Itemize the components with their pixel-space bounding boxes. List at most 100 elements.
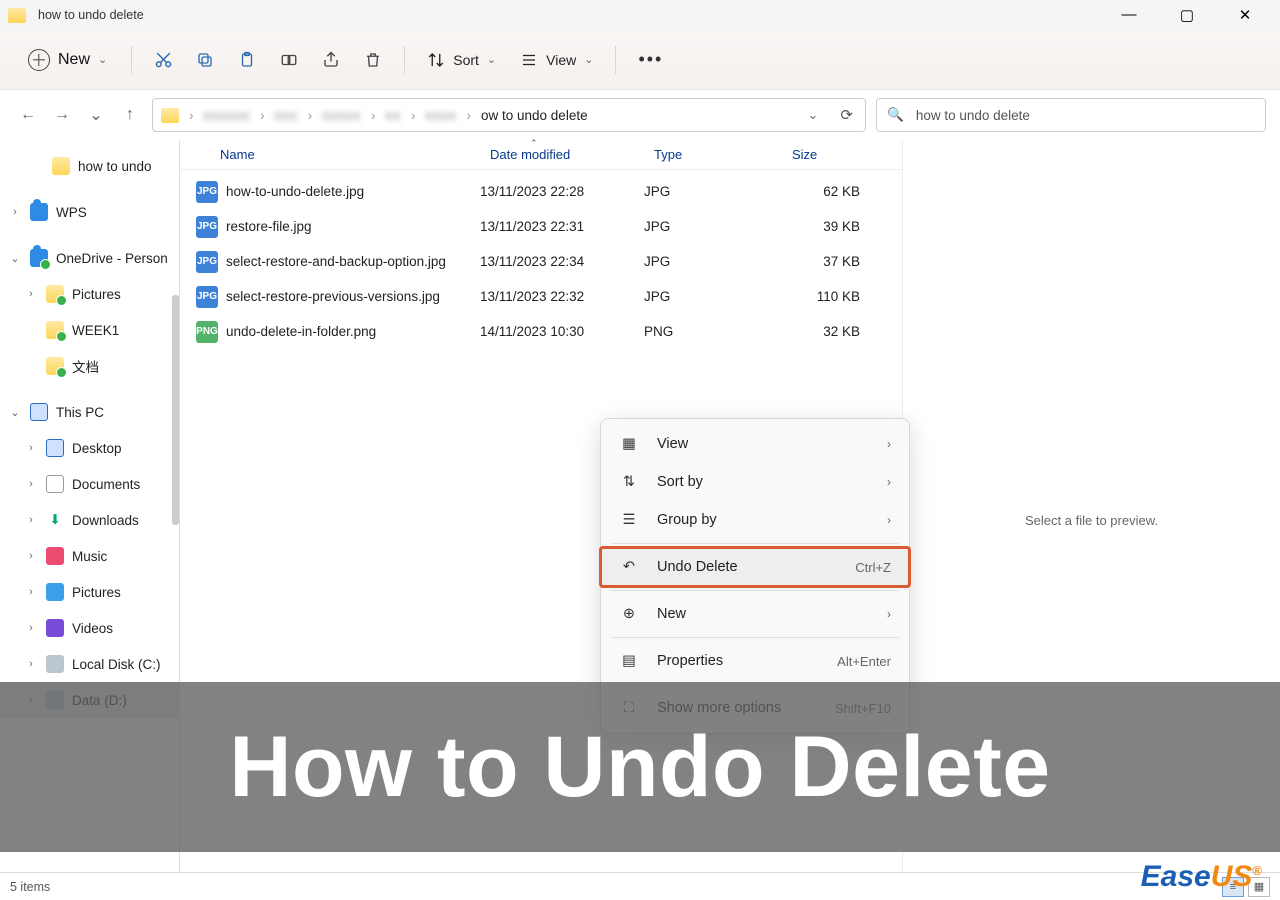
chevron-down-icon: ⌄ — [98, 53, 107, 66]
close-button[interactable]: ✕ — [1230, 6, 1260, 24]
col-size[interactable]: Size — [782, 147, 872, 162]
overlay-banner: How to Undo Delete — [0, 682, 1280, 852]
file-type: JPG — [644, 289, 782, 304]
onedrive-icon — [30, 249, 48, 267]
col-type[interactable]: Type — [644, 147, 782, 162]
status-bar: 5 items ≡ ▦ — [0, 872, 1280, 900]
ctx-groupby[interactable]: ☰Group by› — [601, 501, 909, 539]
rename-button[interactable] — [272, 43, 306, 77]
file-row[interactable]: JPGrestore-file.jpg13/11/2023 22:31JPG39… — [180, 209, 902, 244]
file-name: select-restore-and-backup-option.jpg — [226, 254, 480, 269]
file-row[interactable]: JPGhow-to-undo-delete.jpg13/11/2023 22:2… — [180, 174, 902, 209]
chevron-right-icon: › — [887, 475, 891, 489]
file-type: JPG — [644, 219, 782, 234]
file-name: how-to-undo-delete.jpg — [226, 184, 480, 199]
file-size: 62 KB — [782, 184, 872, 199]
music-icon — [46, 547, 64, 565]
sidebar-item-music[interactable]: ›Music — [0, 538, 179, 574]
sidebar-item-documents[interactable]: ›Documents — [0, 466, 179, 502]
new-label: New — [58, 51, 90, 69]
pc-icon — [30, 403, 48, 421]
breadcrumb-current: ow to undo delete — [481, 108, 588, 123]
jpg-icon: JPG — [196, 216, 218, 238]
sort-label: Sort — [453, 52, 479, 68]
share-button[interactable] — [314, 43, 348, 77]
sidebar-item-pictures-od[interactable]: ›Pictures — [0, 276, 179, 312]
plus-icon — [28, 49, 50, 71]
ctx-view[interactable]: ▦View› — [601, 425, 909, 463]
col-name[interactable]: Name — [180, 147, 480, 162]
forward-button[interactable]: → — [50, 103, 74, 127]
address-bar[interactable]: ›xxxxxx ›xxx ›xxxxx ›xx ›xxxx › ow to un… — [152, 98, 866, 132]
file-size: 39 KB — [782, 219, 872, 234]
new-button[interactable]: New ⌄ — [18, 43, 117, 77]
paste-button[interactable] — [230, 43, 264, 77]
ctx-properties[interactable]: ▤PropertiesAlt+Enter — [601, 642, 909, 680]
video-icon — [46, 619, 64, 637]
back-button[interactable]: ← — [16, 103, 40, 127]
chevron-right-icon: › — [887, 513, 891, 527]
file-row[interactable]: JPGselect-restore-and-backup-option.jpg1… — [180, 244, 902, 279]
sort-indicator-icon: ⌃ — [530, 138, 538, 149]
chevron-down-icon: ⌄ — [487, 53, 496, 66]
sort-icon: ⇅ — [619, 474, 639, 490]
ctx-sortby[interactable]: ⇅Sort by› — [601, 463, 909, 501]
cut-button[interactable] — [146, 43, 180, 77]
titlebar: how to undo delete — ▢ ✕ — [0, 0, 1280, 30]
status-text: 5 items — [10, 880, 50, 894]
col-modified[interactable]: Date modified — [480, 147, 644, 162]
file-modified: 13/11/2023 22:31 — [480, 219, 644, 234]
folder-icon — [8, 8, 26, 23]
ctx-new[interactable]: ⊕New› — [601, 595, 909, 633]
file-row[interactable]: JPG select-restore-previous-versions.jpg 1… — [180, 279, 902, 314]
sort-button[interactable]: Sort ⌄ — [419, 47, 504, 73]
file-name: select-restore-previous-versions.jpg — [226, 289, 480, 304]
nav-row: ← → ⌄ ↑ ›xxxxxx ›xxx ›xxxxx ›xx ›xxxx › … — [0, 90, 1280, 140]
sidebar-item-desktop[interactable]: ›Desktop — [0, 430, 179, 466]
sidebar-item-diskc[interactable]: ›Local Disk (C:) — [0, 646, 179, 682]
file-row[interactable]: PNGundo-delete-in-folder.png14/11/2023 1… — [180, 314, 902, 349]
file-size: 110 KB — [782, 289, 872, 304]
more-button[interactable]: ••• — [630, 49, 671, 70]
undo-icon: ↶ — [619, 559, 639, 575]
minimize-button[interactable]: — — [1114, 6, 1144, 24]
refresh-button[interactable]: ⟳ — [834, 106, 859, 124]
sidebar-item-thispc[interactable]: ⌄This PC — [0, 394, 179, 430]
recent-button[interactable]: ⌄ — [84, 103, 108, 127]
scrollbar-thumb[interactable] — [172, 295, 179, 525]
sidebar-item-docs-cn[interactable]: 文档 — [0, 348, 179, 384]
sidebar-item-onedrive[interactable]: ⌄OneDrive - Person — [0, 240, 179, 276]
jpg-icon: JPG — [196, 251, 218, 273]
file-name: restore-file.jpg — [226, 219, 480, 234]
jpg-icon: JPG — [196, 286, 218, 308]
view-label: View — [546, 52, 576, 68]
ctx-undo-delete[interactable]: ↶Undo DeleteCtrl+Z — [601, 548, 909, 586]
file-modified: 14/11/2023 10:30 — [480, 324, 644, 339]
properties-icon: ▤ — [619, 653, 639, 669]
file-name: undo-delete-in-folder.png — [226, 324, 480, 339]
toolbar: New ⌄ Sort ⌄ View ⌄ ••• — [0, 30, 1280, 90]
address-dropdown[interactable]: ⌄ — [802, 107, 825, 123]
sort-icon — [427, 51, 445, 69]
list-icon: ☰ — [619, 512, 639, 528]
plus-icon: ⊕ — [619, 606, 639, 622]
sidebar-item-wps[interactable]: ›WPS — [0, 194, 179, 230]
column-headers: Name Date modified Type Size — [180, 140, 902, 170]
maximize-button[interactable]: ▢ — [1172, 6, 1202, 24]
disk-icon — [46, 655, 64, 673]
search-input[interactable] — [914, 107, 1255, 124]
view-button[interactable]: View ⌄ — [512, 47, 601, 73]
sidebar-item-videos[interactable]: ›Videos — [0, 610, 179, 646]
search-box[interactable]: 🔍 — [876, 98, 1266, 132]
sidebar-item-pictures[interactable]: ›Pictures — [0, 574, 179, 610]
easeus-logo: EaseUS® — [1141, 860, 1262, 894]
copy-button[interactable] — [188, 43, 222, 77]
grid-icon: ▦ — [619, 436, 639, 452]
file-type: JPG — [644, 184, 782, 199]
sidebar-current-folder[interactable]: how to undo — [0, 148, 179, 184]
up-button[interactable]: ↑ — [118, 103, 142, 127]
sidebar-item-week1[interactable]: WEEK1 — [0, 312, 179, 348]
sidebar-item-downloads[interactable]: ›⬇Downloads — [0, 502, 179, 538]
delete-button[interactable] — [356, 43, 390, 77]
jpg-icon: JPG — [196, 181, 218, 203]
